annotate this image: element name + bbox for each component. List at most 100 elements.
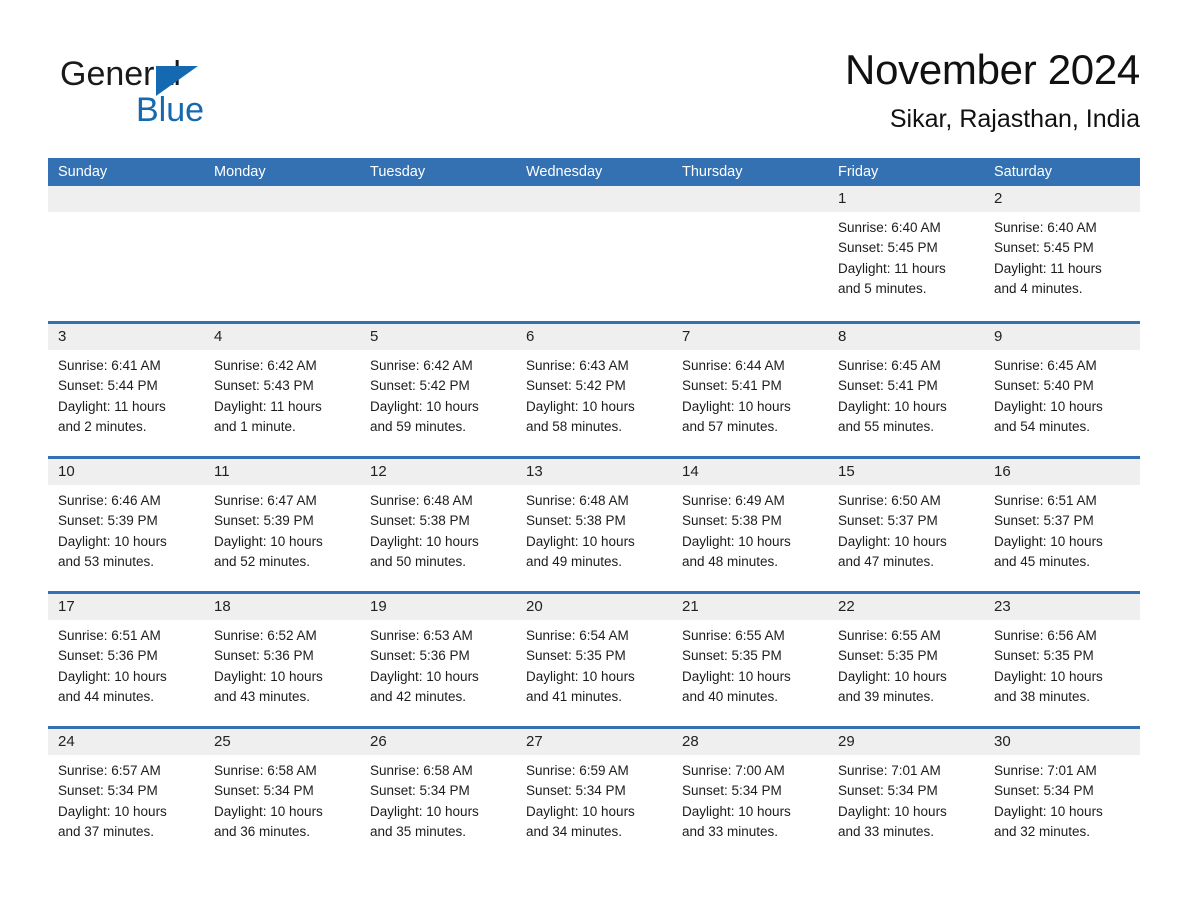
day-cell[interactable]: 6 Sunrise: 6:43 AM Sunset: 5:42 PM Daylight… (516, 324, 672, 456)
sunset-text: Sunset: 5:35 PM (838, 648, 938, 664)
day-details: Sunrise: 6:58 AM Sunset: 5:34 PM Daylight:… (204, 755, 360, 842)
day-cell[interactable]: 15 Sunrise: 6:50 AM Sunset: 5:37 PM Dayligh… (828, 459, 984, 591)
sunrise-text: Sunrise: 7:01 AM (994, 763, 1097, 778)
week-row: 24 Sunrise: 6:57 AM Sunset: 5:34 PM Dayligh… (48, 726, 1140, 861)
day-details: Sunrise: 6:42 AM Sunset: 5:43 PM Daylight:… (204, 350, 360, 437)
sunrise-text: Sunrise: 6:53 AM (370, 628, 473, 643)
daylight-text-line2: and 34 minutes. (526, 823, 623, 839)
day-number-band: 18 (204, 594, 360, 620)
day-cell[interactable]: 20 Sunrise: 6:54 AM Sunset: 5:35 PM Dayligh… (516, 594, 672, 726)
day-number: 24 (58, 733, 75, 750)
day-cell[interactable]: 2 Sunrise: 6:40 AM Sunset: 5:45 PM Daylight… (984, 186, 1140, 321)
day-number-band: 7 (672, 324, 828, 350)
day-details: Sunrise: 6:45 AM Sunset: 5:41 PM Daylight:… (828, 350, 984, 437)
day-number-band: 22 (828, 594, 984, 620)
week-row: 17 Sunrise: 6:51 AM Sunset: 5:36 PM Dayligh… (48, 591, 1140, 726)
daylight-text-line2: and 59 minutes. (370, 418, 467, 434)
day-cell[interactable]: 11 Sunrise: 6:47 AM Sunset: 5:39 PM Dayligh… (204, 459, 360, 591)
day-cell[interactable]: 4 Sunrise: 6:42 AM Sunset: 5:43 PM Daylight… (204, 324, 360, 456)
sunrise-text: Sunrise: 6:57 AM (58, 763, 161, 778)
day-cell[interactable]: 28 Sunrise: 7:00 AM Sunset: 5:34 PM Dayligh… (672, 729, 828, 861)
day-details: Sunrise: 6:51 AM Sunset: 5:37 PM Daylight:… (984, 485, 1140, 572)
day-cell-empty (204, 186, 360, 321)
day-cell[interactable]: 16 Sunrise: 6:51 AM Sunset: 5:37 PM Dayligh… (984, 459, 1140, 591)
day-details: Sunrise: 6:40 AM Sunset: 5:45 PM Daylight:… (984, 212, 1140, 299)
day-cell[interactable]: 9 Sunrise: 6:45 AM Sunset: 5:40 PM Daylight… (984, 324, 1140, 456)
day-number-band: 23 (984, 594, 1140, 620)
sunset-text: Sunset: 5:39 PM (58, 513, 158, 529)
day-cell[interactable]: 12 Sunrise: 6:48 AM Sunset: 5:38 PM Dayligh… (360, 459, 516, 591)
day-cell[interactable]: 7 Sunrise: 6:44 AM Sunset: 5:41 PM Daylight… (672, 324, 828, 456)
day-number-band: 17 (48, 594, 204, 620)
day-number: 27 (526, 733, 543, 750)
day-number: 25 (214, 733, 231, 750)
daylight-text-line1: Daylight: 11 hours (58, 398, 166, 414)
daylight-text-line2: and 36 minutes. (214, 823, 311, 839)
day-number: 9 (994, 328, 1003, 345)
day-cell[interactable]: 19 Sunrise: 6:53 AM Sunset: 5:36 PM Dayligh… (360, 594, 516, 726)
weekday-header-sunday: Sunday (58, 164, 108, 180)
daylight-text-line2: and 33 minutes. (838, 823, 935, 839)
day-cell[interactable]: 26 Sunrise: 6:58 AM Sunset: 5:34 PM Dayligh… (360, 729, 516, 861)
sunrise-text: Sunrise: 6:55 AM (682, 628, 785, 643)
day-cell[interactable]: 22 Sunrise: 6:55 AM Sunset: 5:35 PM Dayligh… (828, 594, 984, 726)
day-cell[interactable]: 13 Sunrise: 6:48 AM Sunset: 5:38 PM Dayligh… (516, 459, 672, 591)
day-cell[interactable]: 18 Sunrise: 6:52 AM Sunset: 5:36 PM Dayligh… (204, 594, 360, 726)
day-cell[interactable]: 24 Sunrise: 6:57 AM Sunset: 5:34 PM Dayligh… (48, 729, 204, 861)
day-details: Sunrise: 6:55 AM Sunset: 5:35 PM Daylight:… (672, 620, 828, 707)
day-cell[interactable]: 10 Sunrise: 6:46 AM Sunset: 5:39 PM Dayligh… (48, 459, 204, 591)
daylight-text-line2: and 37 minutes. (58, 823, 155, 839)
day-cell[interactable]: 3 Sunrise: 6:41 AM Sunset: 5:44 PM Daylight… (48, 324, 204, 456)
daylight-text-line1: Daylight: 10 hours (58, 533, 167, 549)
day-number: 22 (838, 598, 855, 615)
daylight-text-line2: and 1 minute. (214, 418, 296, 434)
day-cell[interactable]: 1 Sunrise: 6:40 AM Sunset: 5:45 PM Daylight… (828, 186, 984, 321)
day-cell[interactable]: 30 Sunrise: 7:01 AM Sunset: 5:34 PM Dayligh… (984, 729, 1140, 861)
sunrise-text: Sunrise: 6:52 AM (214, 628, 317, 643)
sunset-text: Sunset: 5:36 PM (214, 648, 314, 664)
sunset-text: Sunset: 5:38 PM (682, 513, 782, 529)
sunrise-text: Sunrise: 6:43 AM (526, 358, 629, 373)
day-cell[interactable]: 8 Sunrise: 6:45 AM Sunset: 5:41 PM Daylight… (828, 324, 984, 456)
day-number-band: 21 (672, 594, 828, 620)
sunset-text: Sunset: 5:34 PM (838, 783, 938, 799)
sunrise-text: Sunrise: 6:50 AM (838, 493, 941, 508)
day-number: 19 (370, 598, 387, 615)
day-details: Sunrise: 6:50 AM Sunset: 5:37 PM Daylight:… (828, 485, 984, 572)
generalblue-logo[interactable]: General Blue (60, 54, 260, 132)
day-number-band (48, 186, 204, 212)
day-number: 6 (526, 328, 535, 345)
sunset-text: Sunset: 5:35 PM (682, 648, 782, 664)
sunrise-text: Sunrise: 6:40 AM (994, 220, 1097, 235)
daylight-text-line1: Daylight: 10 hours (526, 668, 635, 684)
daylight-text-line1: Daylight: 10 hours (58, 668, 167, 684)
day-cell[interactable]: 25 Sunrise: 6:58 AM Sunset: 5:34 PM Dayligh… (204, 729, 360, 861)
sunset-text: Sunset: 5:41 PM (682, 378, 782, 394)
daylight-text-line2: and 39 minutes. (838, 688, 935, 704)
day-cell[interactable]: 29 Sunrise: 7:01 AM Sunset: 5:34 PM Dayligh… (828, 729, 984, 861)
day-number-band (204, 186, 360, 212)
day-cell[interactable]: 5 Sunrise: 6:42 AM Sunset: 5:42 PM Daylight… (360, 324, 516, 456)
sunrise-text: Sunrise: 6:55 AM (838, 628, 941, 643)
day-cell[interactable]: 14 Sunrise: 6:49 AM Sunset: 5:38 PM Dayligh… (672, 459, 828, 591)
day-details: Sunrise: 6:47 AM Sunset: 5:39 PM Daylight:… (204, 485, 360, 572)
daylight-text-line1: Daylight: 10 hours (526, 803, 635, 819)
daylight-text-line1: Daylight: 10 hours (526, 398, 635, 414)
day-number-band: 4 (204, 324, 360, 350)
day-cell[interactable]: 27 Sunrise: 6:59 AM Sunset: 5:34 PM Dayligh… (516, 729, 672, 861)
page-subtitle: Sikar, Rajasthan, India (889, 105, 1140, 133)
sunset-text: Sunset: 5:41 PM (838, 378, 938, 394)
day-details: Sunrise: 6:48 AM Sunset: 5:38 PM Daylight:… (516, 485, 672, 572)
weekday-header-friday: Friday (838, 164, 879, 180)
day-cell[interactable]: 17 Sunrise: 6:51 AM Sunset: 5:36 PM Dayligh… (48, 594, 204, 726)
sunset-text: Sunset: 5:34 PM (58, 783, 158, 799)
day-cell[interactable]: 21 Sunrise: 6:55 AM Sunset: 5:35 PM Dayligh… (672, 594, 828, 726)
day-number: 18 (214, 598, 231, 615)
day-details: Sunrise: 6:51 AM Sunset: 5:36 PM Daylight:… (48, 620, 204, 707)
week-row: 10 Sunrise: 6:46 AM Sunset: 5:39 PM Dayligh… (48, 456, 1140, 591)
day-number: 26 (370, 733, 387, 750)
day-number-band: 13 (516, 459, 672, 485)
day-cell[interactable]: 23 Sunrise: 6:56 AM Sunset: 5:35 PM Dayligh… (984, 594, 1140, 726)
daylight-text-line1: Daylight: 10 hours (370, 398, 479, 414)
day-number-band: 27 (516, 729, 672, 755)
